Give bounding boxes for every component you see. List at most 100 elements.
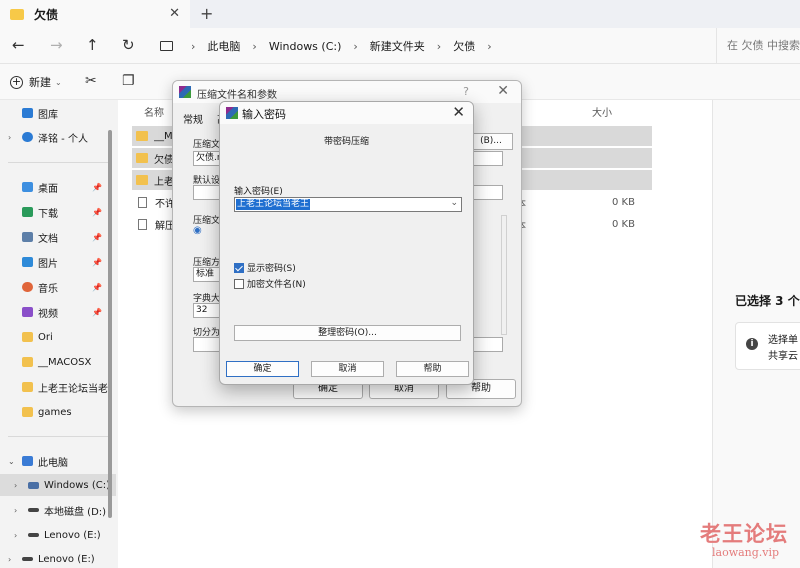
folder-icon xyxy=(136,131,148,141)
sidebar-item-label: 上老王论坛当老 xyxy=(38,383,108,395)
sidebar-item-documents[interactable]: 文档 📌 xyxy=(0,226,116,248)
folder-icon xyxy=(22,357,33,367)
cut-icon[interactable]: ✂ xyxy=(85,73,97,89)
sidebar-item-gallery[interactable]: 图库 xyxy=(0,102,116,124)
sidebar-scrollbar[interactable] xyxy=(108,130,112,518)
search-input[interactable]: 在 欠债 中搜索 xyxy=(716,28,800,64)
plus-icon: + xyxy=(10,74,23,89)
sidebar-item-label: Windows (C:) xyxy=(44,479,110,491)
watermark-url: laowang.vip xyxy=(712,546,780,559)
tab-bar: 欠债 ✕ + xyxy=(0,0,800,28)
sidebar-item-label: 此电脑 xyxy=(38,457,68,469)
sidebar-item-pictures[interactable]: 图片 📌 xyxy=(0,251,116,273)
sidebar-item-label: 本地磁盘 (D:) xyxy=(44,506,107,518)
chevron-down-icon[interactable]: ⌄ xyxy=(450,198,458,208)
close-icon[interactable]: ✕ xyxy=(497,83,509,99)
dialog-title: 压缩文件名和参数 xyxy=(197,90,277,101)
dialog-heading: 带密码压缩 xyxy=(323,137,369,147)
documents-icon xyxy=(22,232,33,242)
column-header-size[interactable]: 大小 xyxy=(592,104,612,119)
sidebar-item-onedrive[interactable]: › 泽铭 - 个人 xyxy=(0,126,116,148)
sidebar-item-windows-c[interactable]: › Windows (C:) xyxy=(0,474,116,496)
sidebar-item-ori[interactable]: Ori xyxy=(0,326,116,348)
checkbox-unchecked-icon[interactable] xyxy=(234,278,244,289)
chevron-down-icon[interactable]: ⌄ xyxy=(8,457,15,466)
crumb-windows-c[interactable]: Windows (C:) xyxy=(269,40,342,53)
checkbox-checked-icon[interactable] xyxy=(234,262,244,273)
column-header-name[interactable]: 名称 xyxy=(144,104,164,119)
folder-icon xyxy=(22,407,33,417)
folder-icon xyxy=(22,332,33,342)
address-bar: ← → ↑ ↻ › 此电脑 › Windows (C:) › 新建文件夹 › 欠… xyxy=(0,28,800,64)
new-label: 新建 xyxy=(29,76,51,89)
sidebar-item-videos[interactable]: 视频 📌 xyxy=(0,301,116,323)
radio-button-icon[interactable]: ◉ xyxy=(193,225,202,236)
file-size: 0 KB xyxy=(612,218,635,230)
drive-icon xyxy=(28,533,39,537)
chevron-right-icon[interactable]: › xyxy=(14,506,17,515)
help-icon[interactable]: ? xyxy=(463,85,469,98)
divider xyxy=(8,162,108,163)
chevron-right-icon[interactable]: › xyxy=(14,481,17,490)
sidebar-item-label: Ori xyxy=(38,331,53,343)
close-icon[interactable]: ✕ xyxy=(452,103,465,121)
new-tab-button[interactable]: + xyxy=(200,4,213,23)
pin-icon: 📌 xyxy=(92,232,102,242)
up-button[interactable]: ↑ xyxy=(86,36,99,54)
chevron-right-icon[interactable]: › xyxy=(8,555,11,564)
refresh-button[interactable]: ↻ xyxy=(122,36,135,54)
encrypt-names-checkbox[interactable]: 加密文件名(N) xyxy=(234,277,306,290)
crumb-new-folder[interactable]: 新建文件夹 xyxy=(370,38,425,54)
tab-general[interactable]: 常规 xyxy=(183,111,203,126)
sidebar-item-this-pc[interactable]: ⌄ 此电脑 xyxy=(0,450,116,472)
crumb-this-pc[interactable]: 此电脑 xyxy=(207,38,240,54)
sidebar-item-games[interactable]: games xyxy=(0,401,116,423)
sidebar-item-macosx[interactable]: __MACOSX xyxy=(0,351,116,373)
sidebar-item-label: 文档 xyxy=(38,233,58,245)
cancel-button[interactable]: 取消 xyxy=(311,361,384,377)
selection-count: 已选择 3 个项 xyxy=(735,294,800,308)
pin-icon: 📌 xyxy=(92,182,102,192)
dialog-titlebar: 压缩文件名和参数 ? ✕ xyxy=(173,81,521,103)
sidebar-item-laowang[interactable]: 上老王论坛当老 xyxy=(0,376,116,398)
show-password-checkbox[interactable]: 显示密码(S) xyxy=(234,261,296,274)
pin-icon: 📌 xyxy=(92,282,102,292)
chevron-right-icon[interactable]: › xyxy=(14,531,17,540)
sidebar-item-desktop[interactable]: 桌面 📌 xyxy=(0,176,116,198)
desktop-icon xyxy=(22,182,33,192)
sidebar-item-local-d[interactable]: › 本地磁盘 (D:) xyxy=(0,499,116,521)
info-icon: i xyxy=(746,338,758,350)
folder-icon xyxy=(136,153,148,163)
browse-button[interactable]: (B)... xyxy=(469,133,513,150)
drive-icon xyxy=(28,481,39,489)
sidebar-item-music[interactable]: 音乐 📌 xyxy=(0,276,116,298)
sidebar-item-downloads[interactable]: 下载 📌 xyxy=(0,201,116,223)
close-tab-icon[interactable]: ✕ xyxy=(169,6,180,21)
download-icon xyxy=(22,207,33,217)
crumb-current[interactable]: 欠债 xyxy=(453,38,475,54)
ok-button[interactable]: 确定 xyxy=(226,361,299,377)
new-button[interactable]: + 新建 ⌄ xyxy=(10,74,62,90)
back-button[interactable]: ← xyxy=(12,36,25,54)
help-button[interactable]: 帮助 xyxy=(396,361,469,377)
sidebar-item-label: 视频 xyxy=(38,308,58,320)
copy-icon[interactable]: ❐ xyxy=(122,73,135,89)
sidebar-item-label: 泽铭 - 个人 xyxy=(38,133,88,145)
sidebar-item-lenovo-e-2[interactable]: › Lenovo (E:) xyxy=(0,548,116,568)
info-box: i 选择单 共享云 xyxy=(735,322,800,370)
chevron-down-icon: ⌄ xyxy=(55,77,62,87)
password-field[interactable]: 上老王论坛当老王 ⌄ xyxy=(234,197,462,212)
sidebar-item-lenovo-e[interactable]: › Lenovo (E:) xyxy=(0,524,116,546)
organize-passwords-button[interactable]: 整理密码(O)... xyxy=(234,325,461,341)
chevron-right-icon: › xyxy=(436,39,442,53)
tab-active[interactable]: 欠债 ✕ xyxy=(0,0,190,28)
forward-button[interactable]: → xyxy=(50,36,63,54)
chevron-right-icon[interactable]: › xyxy=(8,133,11,142)
text-file-icon xyxy=(138,196,147,208)
info-text: 共享云 xyxy=(768,351,798,362)
password-value: 上老王论坛当老王 xyxy=(236,199,311,210)
chevron-right-icon: › xyxy=(252,39,257,53)
sidebar-item-label: __MACOSX xyxy=(38,356,92,368)
pin-icon: 📌 xyxy=(92,257,102,267)
sidebar-item-label: 音乐 xyxy=(38,283,58,295)
